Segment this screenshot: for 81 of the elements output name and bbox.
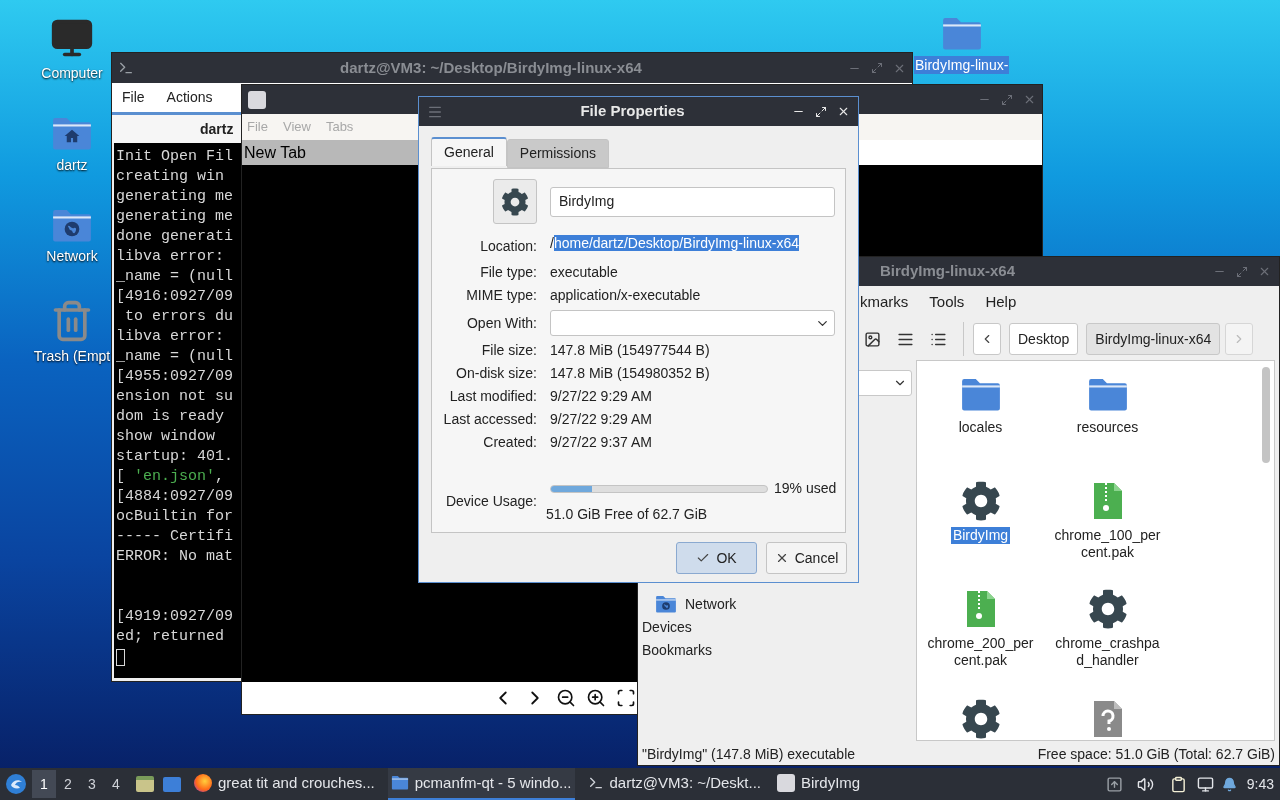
sidebar-header[interactable]: Bookmarks	[638, 639, 916, 662]
terminal-line: generating me	[116, 187, 234, 207]
file-name[interactable]: chrome_100_per cent.pak	[1047, 527, 1168, 561]
taskbar-task[interactable]: great tit and crouches...	[191, 768, 378, 800]
cancel-button[interactable]: Cancel	[766, 542, 847, 574]
property-value: 9/27/22 9:29 AM	[550, 411, 652, 427]
terminal-line: libva error:	[116, 327, 225, 347]
menu-item[interactable]: kmarks	[860, 290, 909, 314]
property-value: 147.8 MiB (154977544 B)	[550, 342, 710, 358]
property-label: Last modified:	[448, 387, 537, 406]
usage-reading: 19% used	[774, 479, 837, 498]
terminal-tab[interactable]: dartz	[200, 118, 234, 140]
property-label: Open With:	[465, 313, 537, 333]
menu-item[interactable]: File	[122, 87, 145, 108]
terminal-line: [4955:0927/09	[116, 367, 234, 387]
property-label: Device Usage:	[444, 492, 537, 511]
workspace-button[interactable]: 3	[80, 770, 104, 798]
property-value: 9/27/22 9:37 AM	[550, 434, 652, 450]
sidebar-item[interactable]: Network	[685, 593, 737, 615]
dialog-title: File Properties	[579, 101, 686, 122]
workspace-button[interactable]: 2	[56, 770, 80, 798]
property-value: 9/27/22 9:29 AM	[550, 388, 652, 404]
status-text: "BirdyImg" (147.8 MiB) executable	[642, 744, 856, 764]
tab[interactable]: General	[431, 137, 507, 166]
workspace-button[interactable]: 4	[104, 770, 128, 798]
free-space-text: Free space: 51.0 GiB (Total: 62.7 GiB)	[1037, 744, 1275, 764]
window-title: dartz@VM3: ~/Desktop/BirdyImg-linux-x64	[339, 57, 643, 78]
terminal-line: ERROR: No mat	[116, 547, 234, 567]
terminal-line: show window	[116, 427, 216, 447]
property-label: On-disk size:	[455, 364, 537, 383]
terminal-line: generating me	[116, 207, 234, 227]
terminal-line: to errors du	[124, 307, 234, 327]
terminal-line: ocBuiltin for	[116, 507, 234, 527]
property-label: Location:	[479, 237, 537, 256]
tab[interactable]: Permissions	[506, 139, 610, 168]
sidebar-header[interactable]: Devices	[638, 616, 916, 639]
terminal-line: libva error:	[116, 247, 225, 267]
property-label: File type:	[479, 263, 537, 282]
path-button[interactable]: Desktop	[1009, 323, 1079, 355]
file-name[interactable]: chrome_200_per cent.pak	[920, 635, 1041, 669]
desktop-icon-label[interactable]: BirdyImg-linux-	[914, 55, 1010, 74]
free-space-text: 51.0 GiB Free of 62.7 GiB	[546, 505, 709, 524]
ok-button[interactable]: OK	[676, 542, 757, 574]
name-field[interactable]: BirdyImg	[550, 186, 835, 217]
property-value: 147.8 MiB (154980352 B)	[550, 365, 710, 381]
taskbar-task[interactable]: pcmanfm-qt - 5 windo...	[387, 768, 575, 800]
terminal-line: dom is ready	[116, 407, 225, 427]
path-button[interactable]: BirdyImg-linux-x64	[1086, 323, 1221, 355]
file-name[interactable]: BirdyImg	[950, 527, 1011, 544]
property-label: File size:	[480, 341, 537, 360]
property-label: Created:	[482, 433, 537, 452]
taskbar-task[interactable]: BirdyImg	[774, 768, 864, 800]
terminal-line: [4916:0927/09	[116, 287, 234, 307]
property-value: application/x-executable	[550, 287, 701, 303]
menu-item[interactable]: Help	[985, 290, 1017, 314]
clock[interactable]: 9:43	[1246, 773, 1274, 795]
file-name[interactable]: resources	[1076, 419, 1139, 436]
terminal-line: startup: 401.	[116, 447, 234, 467]
workspace-button[interactable]: 1	[32, 770, 56, 798]
terminal-line: [ 'en.json',	[116, 467, 225, 487]
terminal-line: [4884:0927/09	[116, 487, 234, 507]
desktop-icon-label[interactable]: Trash (Empt	[32, 347, 112, 366]
terminal-line: _name = (null	[116, 267, 234, 287]
terminal-line: _name = (null	[116, 347, 234, 367]
taskbar-task[interactable]: dartz@VM3: ~/Deskt...	[584, 768, 765, 800]
terminal-line: ension not su	[116, 387, 234, 407]
property-label: Last accessed:	[442, 410, 537, 429]
menu-item[interactable]: Tools	[929, 290, 965, 314]
terminal-line: [4919:0927/09	[116, 607, 234, 627]
window-title: BirdyImg-linux-x64	[880, 261, 1017, 282]
property-label: MIME type:	[465, 286, 537, 305]
desktop-icon-label[interactable]: Network	[45, 247, 99, 266]
menu-item[interactable]: Actions	[166, 87, 213, 108]
file-name[interactable]: chrome_crashpa d_handler	[1047, 635, 1168, 669]
terminal-line: Init Open Fil	[116, 147, 234, 167]
terminal-line: ----- Certifi	[116, 527, 234, 547]
terminal-line: ed; returned	[116, 627, 225, 647]
terminal-line: done generati	[116, 227, 234, 247]
terminal-line: creating win	[116, 167, 225, 187]
property-value: executable	[550, 264, 618, 280]
file-name[interactable]: locales	[958, 419, 1003, 436]
